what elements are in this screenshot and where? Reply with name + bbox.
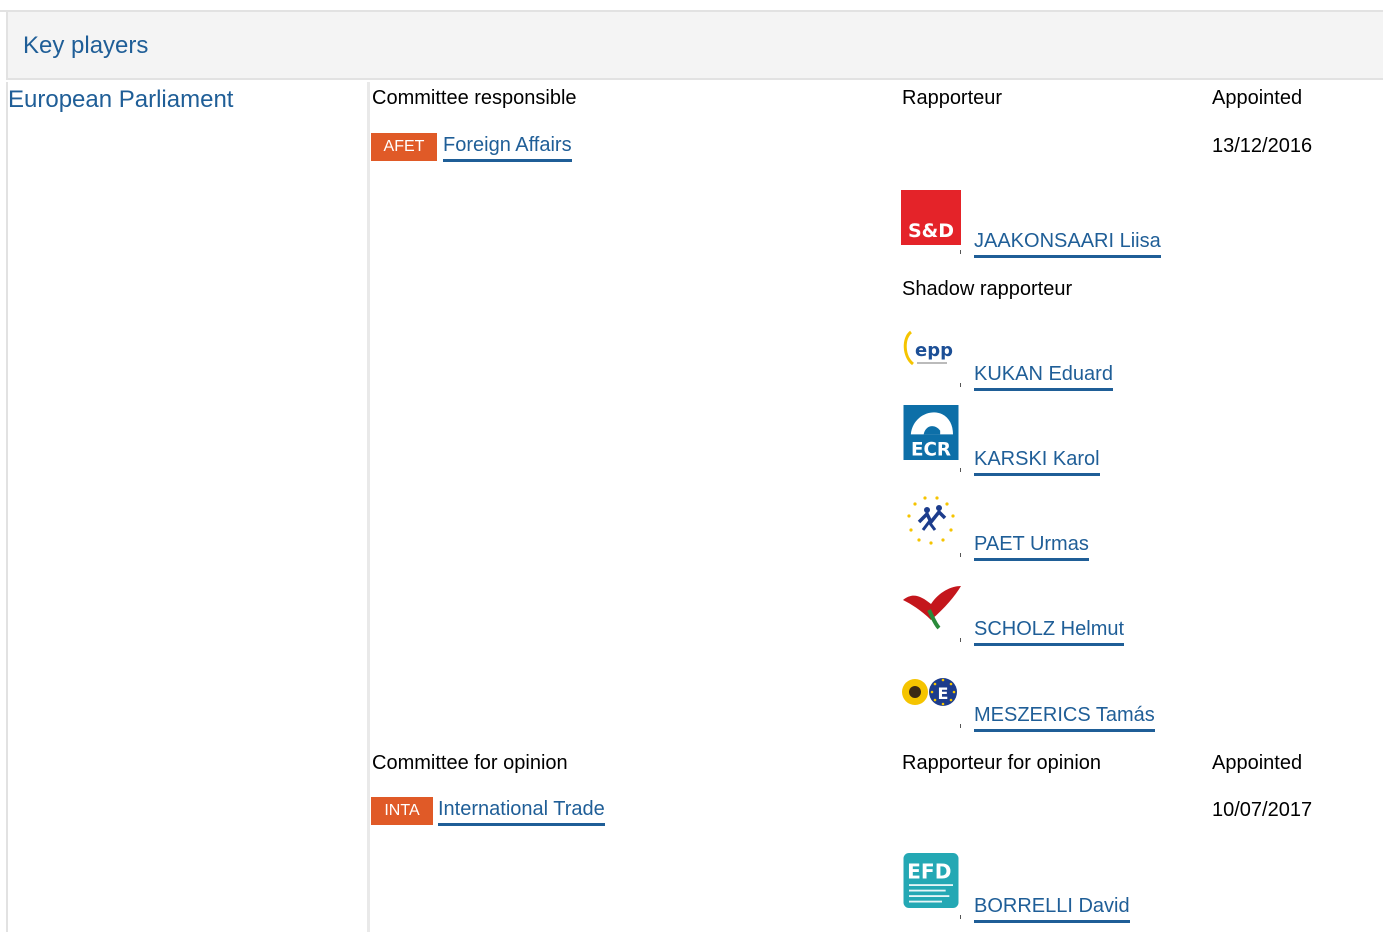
committee-badge-inta: INTA	[371, 797, 433, 825]
ecr-group-logo: ECR	[903, 405, 959, 460]
separator-tick	[960, 724, 961, 728]
appointed-date: 13/12/2016	[1212, 135, 1313, 157]
shadow-rapporteur-link[interactable]: KARSKI Karol	[974, 447, 1100, 476]
shadow-rapporteur-heading: Shadow rapporteur	[902, 278, 1073, 300]
committee-link-international-trade[interactable]: International Trade	[438, 797, 605, 826]
separator-tick	[960, 250, 961, 254]
appointed-heading: Appointed	[1212, 752, 1303, 774]
shadow-rapporteur-link[interactable]: PAET Urmas	[974, 532, 1089, 561]
rapporteur-heading: Rapporteur	[902, 87, 1003, 109]
svg-text:epp: epp	[915, 340, 953, 361]
svg-text:EFD: EFD	[907, 860, 951, 884]
efd-group-logo: EFD	[903, 853, 959, 908]
separator-tick	[960, 915, 961, 919]
appointed-heading: Appointed	[1212, 87, 1303, 109]
section-header	[6, 12, 1383, 80]
sd-group-logo: S&D	[901, 190, 961, 245]
committee-opinion-heading: Committee for opinion	[372, 752, 568, 774]
svg-text:S&D: S&D	[908, 220, 954, 242]
separator-tick	[960, 638, 961, 642]
separator-tick	[960, 553, 961, 557]
separator-tick	[960, 468, 961, 472]
section-title[interactable]: Key players	[23, 32, 148, 60]
rapporteur-link[interactable]: JAAKONSAARI Liisa	[974, 229, 1161, 258]
left-divider	[6, 82, 8, 932]
greens-efa-group-logo: E	[901, 664, 961, 719]
opinion-rapporteur-link[interactable]: BORRELLI David	[974, 894, 1130, 923]
epp-group-logo: epp	[901, 322, 961, 377]
rapporteur-opinion-heading: Rapporteur for opinion	[902, 752, 1102, 774]
committee-badge-afet: AFET	[371, 133, 437, 161]
shadow-rapporteur-link[interactable]: KUKAN Eduard	[974, 362, 1113, 391]
shadow-rapporteur-link[interactable]: MESZERICS Tamás	[974, 703, 1155, 732]
column-divider	[367, 82, 370, 932]
gue-ngl-group-logo	[901, 578, 961, 633]
svg-text:ECR: ECR	[911, 439, 951, 460]
alde-group-logo	[901, 492, 961, 547]
committee-link-foreign-affairs[interactable]: Foreign Affairs	[443, 133, 572, 162]
committee-responsible-heading: Committee responsible	[372, 87, 577, 109]
institution-name[interactable]: European Parliament	[8, 86, 233, 114]
shadow-rapporteur-link[interactable]: SCHOLZ Helmut	[974, 617, 1125, 646]
appointed-date: 10/07/2017	[1212, 799, 1313, 821]
svg-text:E: E	[938, 684, 949, 703]
separator-tick	[960, 383, 961, 387]
